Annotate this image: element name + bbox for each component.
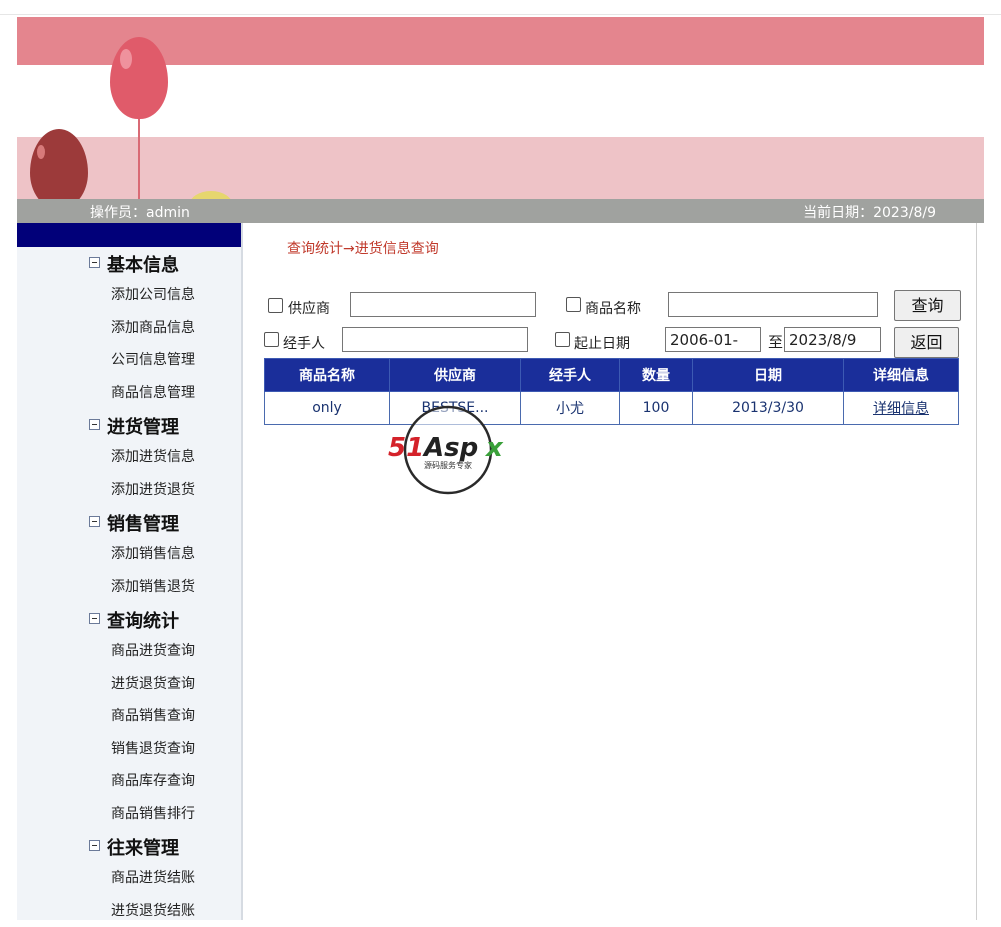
product-name-checkbox[interactable] [566,297,581,312]
date-range-checkbox[interactable] [555,332,570,347]
table-header-row: 商品名称 供应商 经手人 数量 日期 详细信息 [265,359,959,392]
column-header: 详细信息 [844,359,959,392]
date-range-label: 起止日期 [574,333,630,353]
column-header: 供应商 [390,359,521,392]
cell-date: 2013/3/30 [693,392,844,425]
sidebar-item-sales-ranking[interactable]: 商品销售排行 [17,798,241,831]
sidebar-item-product-manage[interactable]: 商品信息管理 [17,377,241,410]
sidebar-group-purchase[interactable]: 进货管理 [17,409,241,441]
sidebar-group-accounts[interactable]: 往来管理 [17,830,241,862]
sidebar-item-add-company[interactable]: 添加公司信息 [17,279,241,312]
sidebar-group-title: 基本信息 [107,251,179,277]
handler-input[interactable] [342,327,528,352]
balloon-highlight [120,49,132,69]
column-header: 日期 [693,359,844,392]
detail-link[interactable]: 详细信息 [873,401,929,417]
sidebar-item-purchase-return-query[interactable]: 进货退货查询 [17,668,241,701]
balloon-string [138,119,140,199]
current-date-label: 当前日期：2023/8/9 [803,202,936,222]
sidebar-item-purchase-return-settle[interactable]: 进货退货结账 [17,895,241,927]
cell-detail: 详细信息 [844,392,959,425]
sidebar-item-add-purchase[interactable]: 添加进货信息 [17,441,241,474]
collapse-icon[interactable] [89,257,100,268]
header-banner [17,17,984,199]
date-to-input[interactable]: 2023/8/9 [784,327,881,352]
sidebar-group-basic[interactable]: 基本信息 [17,247,241,279]
status-bar: 操作员：admin 当前日期：2023/8/9 [17,199,984,223]
sidebar-group-title: 往来管理 [107,834,179,860]
collapse-icon[interactable] [89,419,100,430]
table-row: only BESTSE... 小尤 100 2013/3/30 详细信息 [265,392,959,425]
collapse-icon[interactable] [89,840,100,851]
sidebar: 基本信息 添加公司信息 添加商品信息 公司信息管理 商品信息管理 进货管理 添加… [17,223,243,920]
sidebar-item-add-purchase-return[interactable]: 添加进货退货 [17,474,241,507]
column-header: 数量 [620,359,693,392]
back-button[interactable]: 返回 [894,327,959,358]
cell-product: only [265,392,390,425]
collapse-icon[interactable] [89,516,100,527]
query-button[interactable]: 查询 [894,290,961,321]
svg-text:51: 51 [388,433,424,463]
sidebar-item-stock-query[interactable]: 商品库存查询 [17,765,241,798]
date-to-label: 至 [768,331,783,352]
sidebar-group-title: 查询统计 [107,607,179,633]
sidebar-item-add-sale[interactable]: 添加销售信息 [17,538,241,571]
breadcrumb: 查询统计→进货信息查询 [287,238,439,258]
sidebar-group-sales[interactable]: 销售管理 [17,506,241,538]
cell-handler: 小尤 [521,392,620,425]
svg-text:源码服务专家: 源码服务专家 [424,460,472,470]
sidebar-item-sales-query[interactable]: 商品销售查询 [17,700,241,733]
sidebar-item-add-product[interactable]: 添加商品信息 [17,312,241,345]
sidebar-item-sales-return-query[interactable]: 销售退货查询 [17,733,241,766]
sidebar-caption-bar [17,223,241,247]
product-name-label: 商品名称 [585,298,641,318]
supplier-label: 供应商 [288,298,330,318]
content-border [976,223,977,920]
banner-bottom-band [17,137,984,199]
watermark-logo-icon: 51 Asp x 源码服务专家 [386,404,510,496]
sidebar-item-company-manage[interactable]: 公司信息管理 [17,344,241,377]
supplier-input[interactable] [350,292,536,317]
operator-label: 操作员：admin [90,202,190,222]
product-name-input[interactable] [668,292,878,317]
results-table: 商品名称 供应商 经手人 数量 日期 详细信息 only BESTSE... 小… [264,358,959,425]
handler-checkbox[interactable] [264,332,279,347]
sidebar-item-purchase-settle[interactable]: 商品进货结账 [17,862,241,895]
sidebar-item-add-sale-return[interactable]: 添加销售退货 [17,571,241,604]
collapse-icon[interactable] [89,613,100,624]
column-header: 经手人 [521,359,620,392]
top-divider [0,14,1001,15]
sidebar-item-purchase-query[interactable]: 商品进货查询 [17,635,241,668]
cell-quantity: 100 [620,392,693,425]
svg-text:Asp: Asp [422,433,478,463]
svg-text:x: x [484,433,504,463]
sidebar-group-title: 销售管理 [107,510,179,536]
sidebar-group-query[interactable]: 查询统计 [17,603,241,635]
balloon-highlight [37,145,45,159]
date-from-input[interactable]: 2006-01-01 [665,327,761,352]
sidebar-group-title: 进货管理 [107,413,179,439]
supplier-checkbox[interactable] [268,298,283,313]
handler-label: 经手人 [283,333,325,353]
column-header: 商品名称 [265,359,390,392]
balloon-pink-icon [110,37,168,119]
